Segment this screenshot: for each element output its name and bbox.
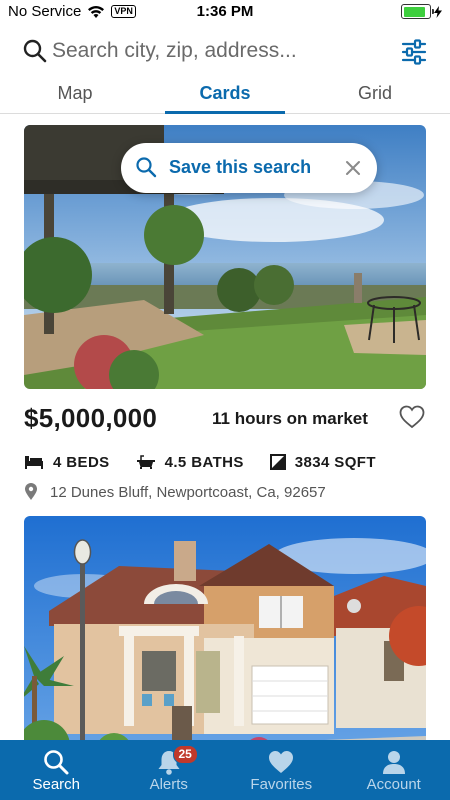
location-pin-icon [25,483,37,500]
listing-photo[interactable]: Save this search [24,125,426,389]
sqft-label: 3834 SQFT [294,453,376,471]
spec-sqft: 3834 SQFT [269,453,376,471]
search-icon [136,157,157,178]
search-bar [0,28,450,74]
spec-baths: 4.5 BATHS [136,454,244,471]
listing-card[interactable] [24,516,426,740]
status-right [401,4,442,19]
bathtub-icon [136,455,155,469]
listing-photo[interactable] [24,516,426,740]
bed-icon [25,456,43,469]
listing-market-time: 11 hours on market [212,409,368,428]
tab-cards[interactable]: Cards [150,76,300,114]
nav-alerts[interactable]: 25 Alerts [113,740,226,800]
close-icon[interactable] [345,160,361,176]
nav-favorites[interactable]: Favorites [225,740,338,800]
listing-address: 12 Dunes Bluff, Newportcoast, Ca, 92657 [50,483,326,501]
square-footage-icon [269,454,286,470]
listing-address-row: 12 Dunes Bluff, Newportcoast, Ca, 92657 [24,477,426,507]
battery-icon [401,4,434,19]
nav-alerts-label: Alerts [149,776,188,793]
save-search-pill[interactable]: Save this search [121,143,377,193]
status-bar: No Service VPN 1:36 PM [0,0,450,24]
search-icon [44,750,69,775]
search-input[interactable] [52,36,382,66]
heart-icon[interactable] [398,403,426,431]
status-time: 1:36 PM [196,3,254,20]
charging-icon [434,5,442,18]
listings-feed[interactable]: Save this search $5,000,000 11 hours on … [0,114,450,740]
listing-price-row: $5,000,000 11 hours on market [24,389,426,447]
person-icon [382,751,405,774]
view-tabs: Map Cards Grid [0,76,450,114]
listing-card[interactable]: Save this search $5,000,000 11 hours on … [24,125,426,507]
heart-icon [269,751,294,773]
tab-grid[interactable]: Grid [300,76,450,113]
beds-label: 4 BEDS [53,453,110,471]
nav-search[interactable]: Search [0,740,113,800]
nav-favorites-label: Favorites [250,776,313,793]
filter-sliders-icon[interactable] [400,38,428,66]
alerts-count-badge: 25 [172,745,198,764]
battery-level [403,6,425,17]
listing-price: $5,000,000 [24,403,158,433]
nav-account-label: Account [366,776,421,793]
suburban-house-photo [24,516,426,740]
listing-specs: 4 BEDS 4.5 BATHS 3834 SQFT [24,447,426,477]
nav-account[interactable]: Account [338,740,450,800]
search-icon [23,39,47,63]
bottom-nav: Search 25 Alerts Favorites Account [0,740,450,800]
tab-map[interactable]: Map [0,76,150,113]
baths-label: 4.5 BATHS [164,453,244,471]
spec-beds: 4 BEDS [24,454,110,471]
nav-search-label: Search [32,776,81,793]
save-search-label[interactable]: Save this search [169,157,311,178]
